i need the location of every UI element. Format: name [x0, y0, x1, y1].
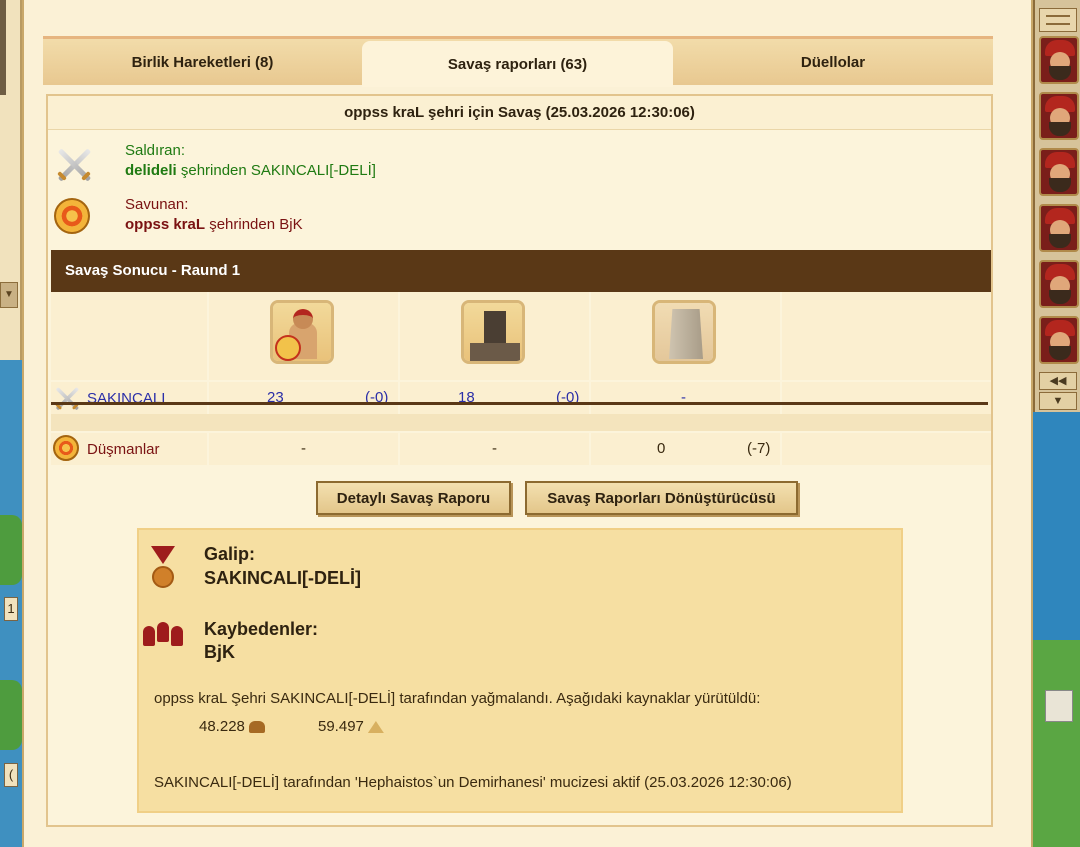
- advisor-icon[interactable]: [1039, 148, 1079, 196]
- plunder-text: oppss kraL Şehri SAKINCALI[-DELİ] tarafı…: [154, 690, 761, 707]
- advisor-icon[interactable]: [1039, 36, 1079, 84]
- battle-outcome: Galip: SAKINCALI[-DELİ] Kaybedenler: BjK…: [137, 528, 903, 813]
- right-advisor-panel: ◀◀ ▼: [1033, 0, 1080, 412]
- rewind-button[interactable]: ◀◀: [1039, 372, 1077, 390]
- table-row: SAKINCALI 23 (-0) 18 (-0) -: [51, 382, 991, 414]
- left-map-marker-2[interactable]: (: [4, 763, 18, 787]
- scroll-down-button[interactable]: ▼: [1039, 392, 1077, 410]
- defender-city-link[interactable]: oppss kraL: [125, 216, 205, 233]
- left-panel-thumbnail: [0, 0, 6, 95]
- defender-shield-icon: [53, 435, 81, 463]
- row-divider: [51, 414, 991, 431]
- losers-label: Kaybedenler:: [204, 619, 319, 639]
- attacker-player[interactable]: şehrinden SAKINCALI[-DELİ]: [181, 162, 376, 179]
- defender-shield-icon: [54, 198, 96, 240]
- attacker-swords-icon: [53, 384, 81, 412]
- right-game-strip: ◀◀ ▼: [1033, 0, 1080, 847]
- advisor-icon[interactable]: [1039, 316, 1079, 364]
- tab-duels[interactable]: Düellolar: [673, 39, 993, 85]
- battle-report-window: Birlik Hareketleri (8) Savaş raporları (…: [22, 0, 1033, 847]
- menu-button[interactable]: [1039, 8, 1077, 32]
- wood-icon: [248, 721, 265, 734]
- report-converter-button[interactable]: Savaş Raporları Dönüştürücüsü: [525, 481, 798, 515]
- advisor-icon[interactable]: [1039, 204, 1079, 252]
- stone-icon: [367, 721, 384, 734]
- hoplite-icon[interactable]: [270, 300, 334, 364]
- table-row: Düşmanlar - - 0 (-7): [51, 433, 991, 465]
- left-map-marker[interactable]: 1: [4, 597, 18, 621]
- defender-row-name: Düşmanlar: [87, 440, 160, 458]
- attacker-city-link[interactable]: delideli: [125, 162, 177, 179]
- battle-units-table: SAKINCALI 23 (-0) 18 (-0) - Düşmanlar - - …: [51, 292, 991, 465]
- temple-icon[interactable]: [1045, 690, 1073, 722]
- attacker-label: Saldıran:: [125, 142, 186, 159]
- wood-amount: 48.228: [199, 718, 245, 735]
- defender-label: Savunan:: [125, 196, 189, 213]
- resource-stone: 59.497: [318, 718, 384, 735]
- island-terrain: [1033, 640, 1080, 847]
- losers-name[interactable]: BjK: [204, 642, 235, 663]
- left-game-strip: ▼ 1 (: [0, 0, 22, 847]
- defender-player[interactable]: şehrinden BjK: [209, 216, 302, 233]
- winner-name[interactable]: SAKINCALI[-DELİ]: [204, 568, 361, 589]
- menu-icon: [1046, 15, 1070, 25]
- unit-count: -: [492, 440, 497, 457]
- unit-count: 0: [657, 440, 666, 457]
- battle-report: oppss kraL şehri için Savaş (25.03.2026 …: [46, 94, 993, 827]
- catapult-icon[interactable]: [461, 300, 525, 364]
- advisor-icon[interactable]: [1039, 260, 1079, 308]
- medal-icon: [149, 546, 177, 594]
- left-side-panel: ▼: [0, 0, 22, 360]
- wonder-text: SAKINCALI[-DELİ] tarafından 'Hephaistos`…: [154, 774, 792, 791]
- stone-amount: 59.497: [318, 718, 364, 735]
- detailed-report-button[interactable]: Detaylı Savaş Raporu: [316, 481, 511, 515]
- unit-count: -: [301, 440, 306, 457]
- island-terrain: [0, 680, 22, 750]
- tab-battle-reports[interactable]: Savaş raporları (63): [362, 41, 673, 87]
- battle-result-header: Savaş Sonucu - Raund 1: [51, 250, 991, 292]
- island-terrain: [0, 515, 22, 585]
- advisor-icon[interactable]: [1039, 92, 1079, 140]
- attacker-swords-icon: [54, 144, 96, 186]
- tab-unit-movements[interactable]: Birlik Hareketleri (8): [43, 39, 362, 85]
- attacker-info: Saldıran: delideli şehrinden SAKINCALI[-…: [54, 140, 984, 190]
- defender-info: Savunan: oppss kraL şehrinden BjK: [54, 194, 984, 244]
- left-scroll-button[interactable]: ▼: [0, 282, 18, 308]
- wall-icon[interactable]: [652, 300, 716, 364]
- winner-label: Galip:: [204, 544, 256, 564]
- report-tabs: Birlik Hareketleri (8) Savaş raporları (…: [43, 36, 993, 87]
- report-title: oppss kraL şehri için Savaş (25.03.2026 …: [48, 96, 991, 130]
- resource-wood: 48.228: [199, 718, 265, 735]
- fallen-soldiers-icon: [141, 620, 185, 654]
- table-divider: [51, 402, 988, 405]
- unit-loss: (-7): [747, 440, 771, 457]
